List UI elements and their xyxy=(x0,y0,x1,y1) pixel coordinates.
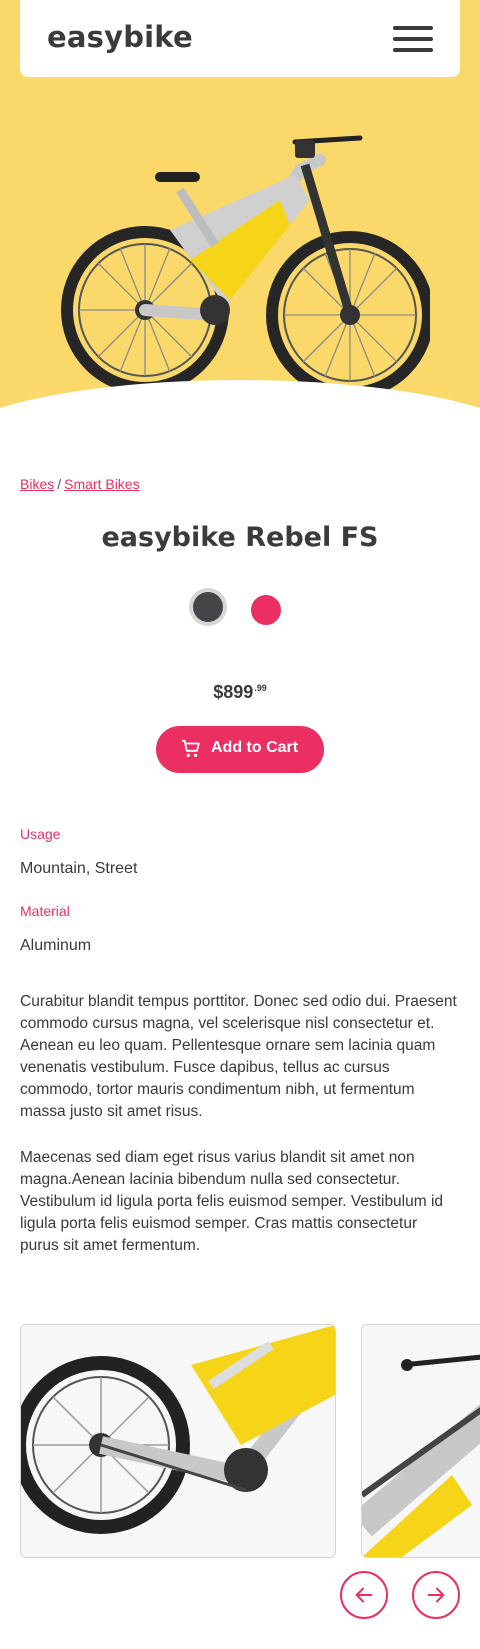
logo[interactable]: easybike xyxy=(47,20,193,54)
gallery-prev-button[interactable] xyxy=(340,1571,388,1619)
breadcrumb-smart-bikes[interactable]: Smart Bikes xyxy=(64,476,139,492)
color-swatch-pink[interactable] xyxy=(251,595,281,625)
shopping-cart-icon xyxy=(181,739,200,758)
arrow-left-icon xyxy=(355,1587,373,1603)
breadcrumb-separator: / xyxy=(57,476,62,492)
gallery-image-2[interactable] xyxy=(361,1324,480,1558)
spec-label-usage: Usage xyxy=(20,826,61,842)
product-title: easybike Rebel FS xyxy=(101,522,379,553)
color-swatch-dark[interactable] xyxy=(193,592,223,622)
breadcrumb-bikes[interactable]: Bikes xyxy=(20,476,54,492)
add-to-cart-button[interactable]: Add to Cart xyxy=(156,726,324,773)
spec-value-material: Aluminum xyxy=(20,937,92,954)
spec-label-material: Material xyxy=(20,903,70,919)
hamburger-menu-icon[interactable] xyxy=(393,26,433,52)
gallery-image-1[interactable] xyxy=(20,1324,336,1558)
spec-value-usage: Mountain, Street xyxy=(20,860,138,877)
price-main: $899 xyxy=(213,682,254,702)
add-to-cart-label: Add to Cart xyxy=(211,739,299,756)
navbar: easybike xyxy=(20,0,460,77)
description-paragraph: Curabitur blandit tempus porttitor. Done… xyxy=(20,993,457,1120)
gallery-next-button[interactable] xyxy=(412,1571,460,1619)
product-price: $899.99 xyxy=(0,682,480,703)
breadcrumb: Bikes / Smart Bikes xyxy=(20,476,140,492)
hero-bike-image xyxy=(61,135,430,412)
price-cents: .99 xyxy=(254,683,267,693)
description-paragraph: Maecenas sed diam eget risus varius blan… xyxy=(20,1149,444,1254)
arrow-right-icon xyxy=(427,1587,445,1603)
